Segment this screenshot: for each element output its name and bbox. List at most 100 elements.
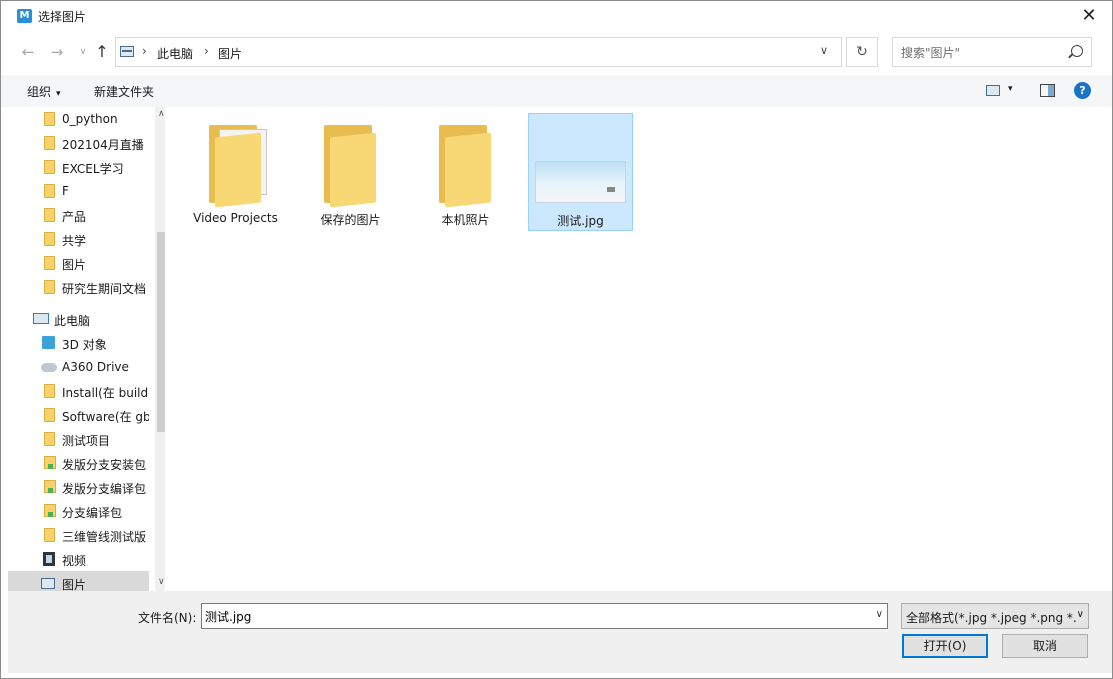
organize-label: 组织 [27, 85, 52, 99]
sidebar-item-label: 测试项目 [62, 434, 111, 448]
sidebar-item-label: 此电脑 [54, 314, 91, 328]
folder-tile-camera-roll[interactable]: 本机照片 [413, 113, 518, 231]
sidebar-item[interactable]: 发版分支安装包 [8, 451, 149, 475]
sidebar-item[interactable]: 产品 [8, 203, 149, 227]
sidebar-item-label: 发版分支编译包 [62, 482, 147, 496]
file-name-pane: 文件名(N): ∨ 全部格式(*.jpg *.jpeg *.png *. ∨ 打… [8, 591, 1112, 673]
help-icon[interactable]: ? [1074, 82, 1091, 99]
sidebar-item[interactable]: 视频 [8, 547, 149, 571]
sidebar-item[interactable]: F [8, 179, 149, 203]
tile-label: 本机照片 [441, 213, 490, 227]
network-folder-icon [44, 408, 55, 422]
sidebar-item-label: 分支编译包 [62, 506, 123, 520]
sidebar-item[interactable]: 202104月直播 [8, 131, 149, 155]
back-arrow-icon[interactable]: ← [19, 43, 37, 61]
scroll-up-chevron-icon[interactable]: ∧ [158, 109, 165, 119]
caret-down-icon: ▾ [56, 89, 61, 99]
scrollbar-thumb[interactable] [157, 232, 165, 432]
folder-icon [44, 208, 55, 222]
search-box[interactable] [892, 37, 1092, 67]
breadcrumb-this-pc[interactable]: 此电脑 [157, 45, 193, 62]
sidebar-scrollbar[interactable]: ∧ ∨ [155, 107, 165, 591]
search-icon[interactable] [1071, 45, 1083, 57]
sidebar-item-label: Install(在 buildc [62, 386, 149, 400]
sidebar-item[interactable]: 分支编译包 [8, 499, 149, 523]
sidebar-item-pictures-selected[interactable]: 图片 [8, 571, 149, 591]
sidebar-item[interactable]: 测试项目 [8, 427, 149, 451]
folder-tile-video-projects[interactable]: Video Projects [183, 113, 288, 231]
preview-pane-icon[interactable] [1040, 84, 1055, 97]
network-folder-icon [44, 456, 56, 469]
sidebar-item[interactable]: 3D 对象 [8, 331, 149, 355]
folder-icon [44, 112, 55, 126]
folder-tile-saved-pictures[interactable]: 保存的图片 [298, 113, 403, 231]
sidebar-item[interactable]: 共学 [8, 227, 149, 251]
address-dropdown-chevron-icon[interactable]: ∨ [820, 44, 828, 57]
forward-arrow-icon[interactable]: → [48, 43, 66, 61]
open-button[interactable]: 打开(O) [902, 634, 988, 658]
sidebar-item-label: 0_python [62, 112, 118, 126]
sidebar-item-label: A360 Drive [62, 360, 129, 374]
sidebar-item[interactable]: 发版分支编译包 [8, 475, 149, 499]
folder-icon [44, 528, 55, 542]
folder-icon [324, 125, 378, 208]
sidebar-item-label: F [62, 184, 69, 198]
file-open-dialog: M 选择图片 ✕ ← → ∨ ↑ › 此电脑 › 图片 ∨ ↻ 组织 ▾ 新建文件… [0, 0, 1113, 679]
breadcrumb-pictures[interactable]: 图片 [218, 45, 242, 62]
pictures-icon [41, 578, 55, 589]
sidebar-item[interactable]: EXCEL学习 [8, 155, 149, 179]
sidebar-item-label: 产品 [62, 210, 87, 224]
chevron-down-icon[interactable]: ∨ [1074, 609, 1084, 620]
command-toolbar: 组织 ▾ 新建文件夹 ▾ ? [1, 75, 1112, 107]
cube-icon [42, 336, 55, 349]
filename-combobox[interactable]: ∨ [201, 603, 888, 629]
file-type-select[interactable]: 全部格式(*.jpg *.jpeg *.png *. ∨ [901, 603, 1089, 629]
pictures-location-icon [120, 46, 134, 57]
refresh-button[interactable]: ↻ [846, 37, 878, 67]
view-options-caret-icon[interactable]: ▾ [1008, 84, 1013, 94]
filename-label: 文件名(N): [138, 611, 197, 625]
sidebar-item-label: 共学 [62, 234, 87, 248]
folder-icon [44, 256, 55, 270]
cloud-drive-icon [41, 363, 57, 372]
image-thumbnail [535, 161, 626, 203]
breadcrumb-separator: › [142, 44, 147, 58]
sidebar-item[interactable]: Install(在 buildc [8, 379, 149, 403]
sidebar-item-label: 研究生期间文档 [62, 282, 147, 296]
tile-label: Video Projects [193, 211, 278, 225]
sidebar-item[interactable]: 三维管线测试版 [8, 523, 149, 547]
file-list-view: Video Projects 保存的图片 本机照片 测试.jpg [165, 107, 1112, 591]
recent-locations-chevron-icon[interactable]: ∨ [74, 43, 92, 61]
sidebar-item-label: 图片 [62, 258, 87, 272]
sidebar-item[interactable]: 0_python [8, 107, 149, 131]
folder-icon [44, 136, 55, 150]
tile-label: 测试.jpg [557, 214, 604, 228]
sidebar-item[interactable]: 研究生期间文档 [8, 275, 149, 299]
up-arrow-icon[interactable]: ↑ [93, 43, 111, 61]
folder-icon [44, 184, 55, 198]
scroll-down-chevron-icon[interactable]: ∨ [158, 577, 165, 587]
image-tile-selected[interactable]: 测试.jpg [528, 113, 633, 231]
sidebar-item[interactable]: Software(在 gb [8, 403, 149, 427]
chevron-down-icon[interactable]: ∨ [876, 609, 883, 620]
sidebar-item-this-pc[interactable]: 此电脑 [8, 307, 149, 331]
cancel-button[interactable]: 取消 [1002, 634, 1088, 658]
title-bar: M 选择图片 ✕ [1, 1, 1112, 31]
sidebar-item-label: 发版分支安装包 [62, 458, 147, 472]
filename-input[interactable] [205, 608, 865, 625]
navigation-pane: 0_python 202104月直播 EXCEL学习 F 产品 共学 图片 研究… [8, 107, 165, 591]
folder-icon [44, 432, 55, 446]
search-input[interactable] [901, 44, 1061, 62]
sidebar-item-label: 202104月直播 [62, 138, 144, 152]
sidebar-item[interactable]: A360 Drive [8, 355, 149, 379]
sidebar-item-label: Software(在 gb [62, 410, 149, 424]
video-icon [43, 552, 55, 566]
organize-menu-button[interactable]: 组织 ▾ [27, 83, 61, 100]
sidebar-item-label: 视频 [62, 554, 87, 568]
sidebar-item[interactable]: 图片 [8, 251, 149, 275]
address-bar[interactable]: › 此电脑 › 图片 ∨ [115, 37, 842, 67]
new-folder-button[interactable]: 新建文件夹 [94, 83, 154, 100]
view-mode-icon[interactable] [986, 85, 1000, 96]
computer-icon [33, 313, 49, 324]
close-button[interactable]: ✕ [1066, 1, 1112, 31]
